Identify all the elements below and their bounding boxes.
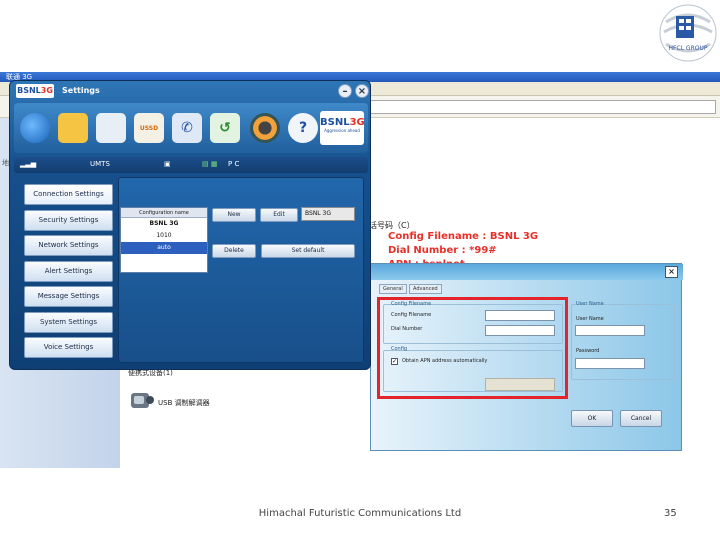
settings-titlebar: BSNL3G Settings – × [10,81,370,101]
menu-system-settings[interactable]: System Settings [24,312,113,333]
user-name-group-label: User Name [576,301,604,307]
hfcl-logo-icon: HFCL GROUP [659,4,717,62]
menu-network-settings[interactable]: Network Settings [24,235,113,256]
settings-close-button[interactable]: × [355,84,369,98]
ussd-icon[interactable]: USSD [134,113,164,143]
slide: HFCL GROUP 联通 3G 地 话号码（C） Config Filenam… [0,0,720,540]
set-default-button[interactable]: Set default [261,244,355,258]
menu-message-settings[interactable]: Message Settings [24,286,113,307]
delete-button[interactable]: Delete [212,244,256,258]
highlight-box [377,297,568,399]
envelope-icon[interactable] [58,113,88,143]
cancel-button[interactable]: Cancel [620,410,662,427]
host-address-field[interactable] [370,100,716,114]
footer-company: Himachal Futuristic Communications Ltd [258,508,462,519]
menu-alert-settings[interactable]: Alert Settings [24,261,113,282]
minimize-button[interactable]: – [338,84,352,98]
signal-icon: ▂▃▅ [20,160,37,168]
bsnl-3g-logo: BSNL3G Aggression ahead [320,111,365,145]
sim-icon: ▣ [164,160,171,168]
password-label: Password [576,348,600,354]
ok-button[interactable]: OK [571,410,613,427]
list-item[interactable]: 1010 [121,230,207,242]
page-number: 35 [664,508,677,519]
annotation-config-filename: Config Filename : BSNL 3G [388,231,539,242]
edit-button[interactable]: Edit [260,208,298,222]
internet-globe-icon[interactable] [20,113,50,143]
help-icon[interactable]: ? [288,113,318,143]
connection-mode: P C [228,160,240,168]
list-item[interactable]: BSNL 3G [121,218,207,230]
new-button[interactable]: New [212,208,256,222]
dialog-close-button[interactable]: × [665,266,678,278]
connection-icon: ▤ ▦ [202,160,218,168]
settings-window: BSNL3G Settings – × USSD ✆ ↺ ? BSNL3G Ag… [9,80,371,370]
tab-general[interactable]: General [379,284,407,294]
list-item[interactable]: auto [121,242,207,254]
logo-text: HFCL GROUP [669,45,708,52]
tab-advanced[interactable]: Advanced [409,284,442,294]
menu-security-settings[interactable]: Security Settings [24,210,113,231]
contacts-card-icon[interactable] [96,113,126,143]
settings-brand-logo: BSNL3G [16,84,54,98]
call-log-icon[interactable]: ↺ [210,113,240,143]
password-input[interactable] [575,358,645,369]
phone-number-label: 话号码（C） [369,221,415,230]
user-name-label: User Name [576,316,604,322]
user-name-input[interactable] [575,325,645,336]
network-type: UMTS [90,160,110,168]
settings-toolbar: USSD ✆ ↺ ? BSNL3G Aggression ahead [14,103,368,153]
menu-connection-settings[interactable]: Connection Settings [24,184,113,205]
usb-modem-label[interactable]: USB 调制解调器 [158,398,210,408]
gear-icon[interactable] [250,113,280,143]
dialog-titlebar [371,264,683,280]
status-bar: ▂▃▅ UMTS ▣ ▤ ▦ P C [14,157,368,173]
list-header: Configuration name [121,208,207,218]
settings-title: Settings [62,86,100,95]
configuration-list[interactable]: Configuration name BSNL 3G 1010 auto [120,207,208,273]
usb-modem-icon[interactable] [128,388,156,412]
phone-icon[interactable]: ✆ [172,113,202,143]
annotation-dial-number: Dial Number : *99# [388,245,497,256]
current-config-field[interactable]: BSNL 3G [301,207,355,221]
menu-voice-settings[interactable]: Voice Settings [24,337,113,358]
host-side-label: 地 [2,159,9,167]
